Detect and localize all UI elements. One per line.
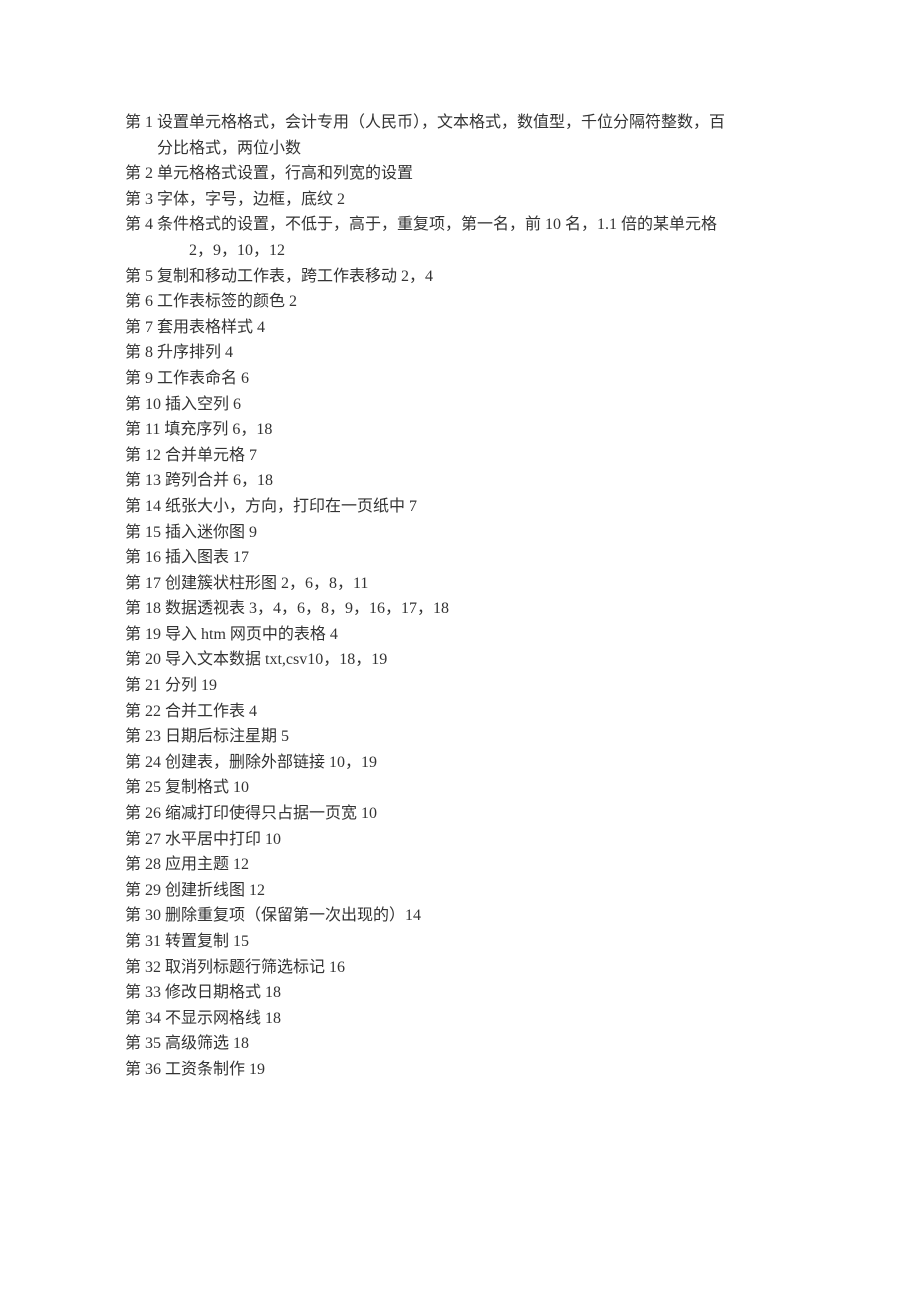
text-line: 第 18 数据透视表 3，4，6，8，9，16，17，18 xyxy=(125,596,795,622)
text-line: 第 30 删除重复项（保留第一次出现的）14 xyxy=(125,903,795,929)
text-line: 第 21 分列 19 xyxy=(125,673,795,699)
text-line: 第 19 导入 htm 网页中的表格 4 xyxy=(125,622,795,648)
text-line: 第 1 设置单元格格式，会计专用（人民币），文本格式，数值型，千位分隔符整数，百 xyxy=(125,110,795,136)
document-body: 第 1 设置单元格格式，会计专用（人民币），文本格式，数值型，千位分隔符整数，百… xyxy=(125,110,795,1083)
text-line: 第 13 跨列合并 6，18 xyxy=(125,468,795,494)
text-line: 第 24 创建表，删除外部链接 10，19 xyxy=(125,750,795,776)
text-line: 第 2 单元格格式设置，行高和列宽的设置 xyxy=(125,161,795,187)
text-line: 第 7 套用表格样式 4 xyxy=(125,315,795,341)
text-line: 第 22 合并工作表 4 xyxy=(125,699,795,725)
text-line: 第 6 工作表标签的颜色 2 xyxy=(125,289,795,315)
text-line: 第 29 创建折线图 12 xyxy=(125,878,795,904)
text-line: 第 23 日期后标注星期 5 xyxy=(125,724,795,750)
text-line: 第 16 插入图表 17 xyxy=(125,545,795,571)
text-line: 第 17 创建簇状柱形图 2，6，8，11 xyxy=(125,571,795,597)
text-line: 第 33 修改日期格式 18 xyxy=(125,980,795,1006)
text-line: 第 9 工作表命名 6 xyxy=(125,366,795,392)
text-line: 第 36 工资条制作 19 xyxy=(125,1057,795,1083)
text-line: 第 5 复制和移动工作表，跨工作表移动 2，4 xyxy=(125,264,795,290)
text-line: 第 25 复制格式 10 xyxy=(125,775,795,801)
text-line: 第 27 水平居中打印 10 xyxy=(125,827,795,853)
text-line: 第 10 插入空列 6 xyxy=(125,392,795,418)
text-line: 第 26 缩减打印使得只占据一页宽 10 xyxy=(125,801,795,827)
text-line: 第 20 导入文本数据 txt,csv10，18，19 xyxy=(125,647,795,673)
text-line: 第 34 不显示网格线 18 xyxy=(125,1006,795,1032)
text-line: 第 28 应用主题 12 xyxy=(125,852,795,878)
text-line: 第 11 填充序列 6，18 xyxy=(125,417,795,443)
text-line: 第 14 纸张大小，方向，打印在一页纸中 7 xyxy=(125,494,795,520)
text-line: 第 35 高级筛选 18 xyxy=(125,1031,795,1057)
text-line: 第 12 合并单元格 7 xyxy=(125,443,795,469)
text-line: 第 32 取消列标题行筛选标记 16 xyxy=(125,955,795,981)
text-line: 第 15 插入迷你图 9 xyxy=(125,520,795,546)
text-line: 第 3 字体，字号，边框，底纹 2 xyxy=(125,187,795,213)
text-line: 第 8 升序排列 4 xyxy=(125,340,795,366)
text-line: 第 31 转置复制 15 xyxy=(125,929,795,955)
text-line: 第 4 条件格式的设置，不低于，高于，重复项，第一名，前 10 名，1.1 倍的… xyxy=(125,212,795,238)
text-line: 分比格式，两位小数 xyxy=(125,136,795,162)
text-line: 2，9，10，12 xyxy=(125,238,795,264)
